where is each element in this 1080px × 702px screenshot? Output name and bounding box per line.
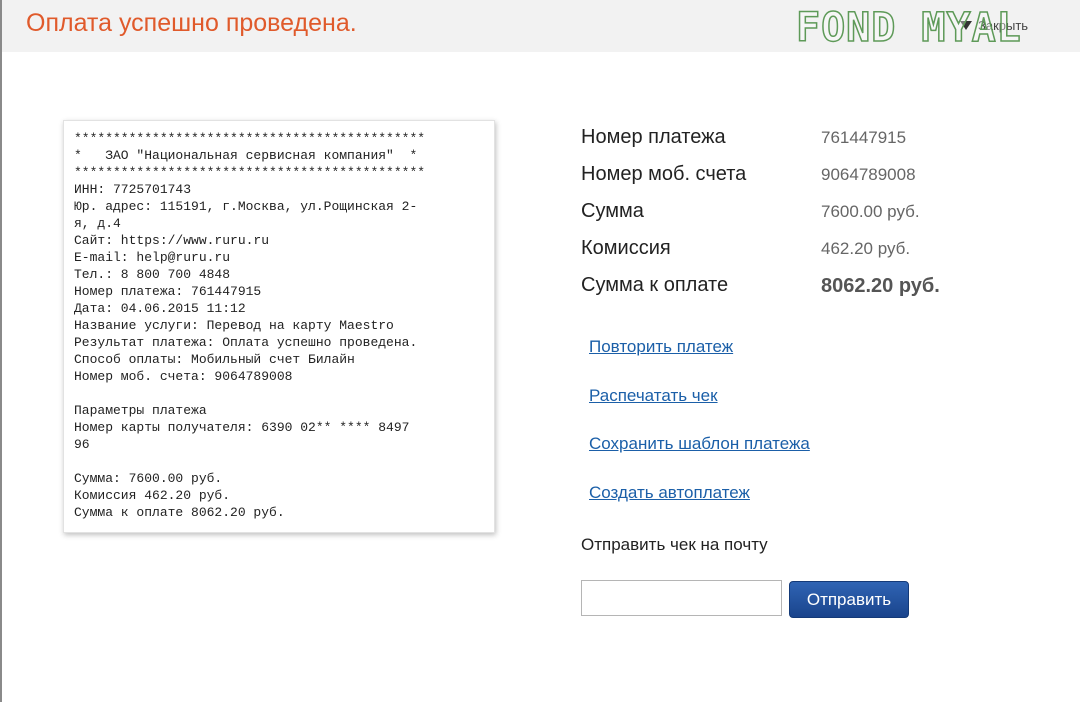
send-button[interactable]: Отправить	[789, 581, 909, 618]
receipt-panel: ****************************************…	[63, 120, 495, 533]
detail-label: Сумма	[581, 200, 644, 222]
detail-value: 9064789008	[821, 165, 916, 184]
create-autopay-link[interactable]: Создать автоплатеж	[589, 482, 810, 531]
detail-label: Комиссия	[581, 237, 671, 259]
detail-label: Номер платежа	[581, 126, 726, 148]
repeat-payment-link[interactable]: Повторить платеж	[589, 336, 810, 385]
header-bar: Оплата успешно проведена. Закрыть	[2, 0, 1080, 52]
detail-label: Сумма к оплате	[581, 274, 729, 296]
detail-value: 7600.00 руб.	[821, 202, 920, 221]
page-title: Оплата успешно проведена.	[26, 9, 357, 37]
payment-details: Номер платежа 761447915 Номер моб. счета…	[581, 126, 1061, 311]
detail-row-payment-number: Номер платежа 761447915	[581, 126, 1061, 163]
detail-row-commission: Комиссия 462.20 руб.	[581, 237, 1061, 274]
print-receipt-link[interactable]: Распечатать чек	[589, 385, 810, 434]
detail-label: Номер моб. счета	[581, 163, 747, 185]
chevron-down-icon	[960, 20, 972, 30]
save-template-link[interactable]: Сохранить шаблон платежа	[589, 433, 810, 482]
detail-row-total: Сумма к оплате 8062.20 руб.	[581, 274, 1061, 311]
action-links: Повторить платеж Распечатать чек Сохрани…	[589, 336, 810, 530]
detail-row-mobile-account: Номер моб. счета 9064789008	[581, 163, 1061, 200]
close-label: Закрыть	[978, 17, 1029, 33]
detail-value-total: 8062.20 руб.	[821, 275, 940, 297]
receipt-text: ****************************************…	[74, 131, 426, 520]
window-left-border	[0, 0, 2, 702]
close-button[interactable]: Закрыть	[960, 14, 1028, 36]
detail-row-amount: Сумма 7600.00 руб.	[581, 200, 1061, 237]
email-label: Отправить чек на почту	[581, 535, 768, 554]
detail-value: 761447915	[821, 128, 907, 147]
detail-value: 462.20 руб.	[821, 239, 911, 258]
email-field[interactable]	[581, 580, 782, 616]
